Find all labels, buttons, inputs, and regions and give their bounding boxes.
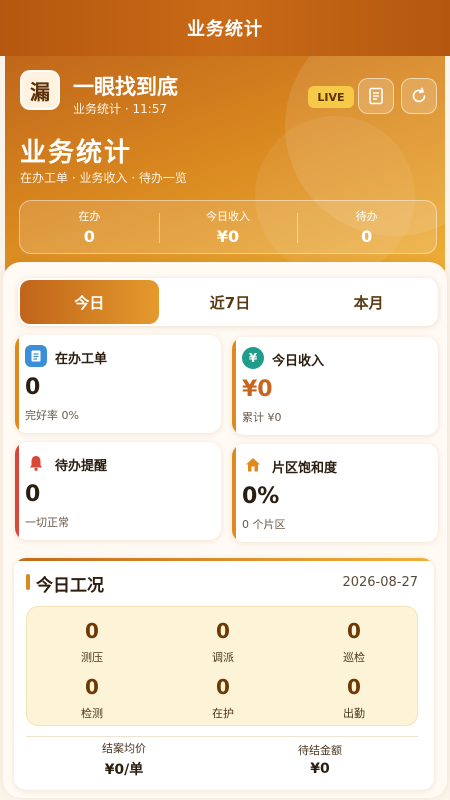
hero-subtitle: 在办工单 · 业务收入 · 待办一览	[20, 171, 187, 185]
card-accent	[232, 444, 236, 542]
work-stat-attendance[interactable]: 0 出勤	[289, 675, 419, 721]
period-tabs: 今日 近7日 本月	[18, 278, 438, 326]
stat-today-income: 今日收入 ¥0	[158, 201, 298, 253]
card-title: 今日收入	[272, 354, 325, 369]
work-footer: 结案均价 ¥0/单 待结金额 ¥0	[26, 736, 418, 782]
card-title: 在办工单	[55, 352, 108, 367]
work-stat-label: 出勤	[343, 707, 365, 720]
work-stat-dispatch[interactable]: 0 调派	[158, 619, 288, 665]
work-stat-testing[interactable]: 0 检测	[27, 675, 157, 721]
card-accent	[15, 442, 19, 540]
card-note: 完好率 0%	[25, 409, 79, 422]
footer-value: ¥0	[310, 761, 330, 777]
top-bar: 业务统计	[0, 0, 450, 56]
app-logo: 漏	[20, 70, 60, 110]
work-stat-label: 在护	[212, 707, 234, 720]
work-stat-value: 0	[85, 675, 99, 699]
card-pending-reminder[interactable]: 待办提醒 0 一切正常	[15, 442, 221, 540]
work-stat-maintaining[interactable]: 0 在护	[158, 675, 288, 721]
bell-icon	[25, 452, 47, 474]
card-district-saturation[interactable]: 片区饱和度 0% 0 个片区	[232, 444, 438, 542]
tab-7days[interactable]: 近7日	[161, 278, 300, 326]
hero-banner: 漏 一眼找到底 业务统计 · 11:57 LIVE 业务统计 在办工单 · 业务…	[5, 56, 445, 286]
stat-value: 0	[361, 227, 373, 246]
footer-label: 结案均价	[102, 742, 146, 755]
card-value: ¥0	[242, 377, 273, 402]
work-stat-pressure[interactable]: 0 测压	[27, 619, 157, 665]
content-panel: 今日 近7日 本月 在办工单 0 完好率 0% ¥ 今日收入 ¥0 累计 ¥0 …	[3, 262, 447, 798]
stat-label: 待办	[355, 210, 378, 223]
app-name: 一眼找到底	[73, 75, 178, 99]
tab-month[interactable]: 本月	[299, 278, 438, 326]
tab-today[interactable]: 今日	[20, 280, 159, 324]
avg-close-price: 结案均价 ¥0/单	[26, 737, 222, 782]
stat-pending: 待办 0	[297, 201, 436, 253]
logo-char: 漏	[30, 79, 50, 104]
stat-label: 在办	[78, 210, 101, 223]
work-stat-label: 测压	[81, 651, 103, 664]
page-title: 业务统计	[187, 19, 263, 40]
stat-value: ¥0	[216, 227, 240, 246]
work-stat-inspection[interactable]: 0 巡检	[289, 619, 419, 665]
today-work-card: 今日工况 2026-08-27 0 测压 0 调派 0 巡检 0 检测 0 在护	[14, 558, 434, 790]
refresh-button[interactable]	[401, 78, 437, 114]
card-value: 0%	[242, 484, 280, 509]
footer-value: ¥0/单	[104, 762, 144, 778]
card-value: 0	[25, 482, 41, 507]
refresh-icon	[412, 87, 426, 103]
stat-in-progress: 在办 0	[20, 201, 159, 253]
pending-amount: 待结金额 ¥0	[222, 737, 418, 782]
live-badge: LIVE	[308, 86, 354, 108]
report-button[interactable]	[358, 78, 394, 114]
app-subtitle: 业务统计 · 11:57	[73, 102, 168, 116]
yen-icon: ¥	[242, 347, 264, 369]
section-accent	[26, 574, 30, 590]
hero-title: 业务统计	[20, 138, 133, 168]
card-value: 0	[25, 375, 41, 400]
stat-value: 0	[83, 227, 95, 246]
footer-label: 待结金额	[298, 744, 342, 757]
card-topline	[14, 558, 434, 561]
work-stat-value: 0	[216, 675, 230, 699]
card-accent	[15, 335, 19, 433]
card-today-income[interactable]: ¥ 今日收入 ¥0 累计 ¥0	[232, 337, 438, 435]
work-stat-value: 0	[347, 619, 361, 643]
card-note: 0 个片区	[242, 518, 286, 531]
section-title: 今日工况	[36, 576, 104, 596]
card-accent	[232, 337, 236, 435]
stat-label: 今日收入	[206, 210, 250, 223]
hero-stats: 在办 0 今日收入 ¥0 待办 0	[19, 200, 437, 254]
document-icon	[369, 87, 383, 105]
work-stat-label: 检测	[81, 707, 103, 720]
document-icon	[25, 345, 47, 367]
card-title: 待办提醒	[55, 459, 108, 474]
home-icon	[242, 454, 264, 476]
work-stat-label: 调派	[212, 651, 234, 664]
card-note: 一切正常	[25, 516, 69, 529]
card-note: 累计 ¥0	[242, 411, 282, 424]
work-stat-value: 0	[216, 619, 230, 643]
section-date: 2026-08-27	[342, 575, 418, 590]
work-stats-grid: 0 测压 0 调派 0 巡检 0 检测 0 在护 0 出勤	[26, 606, 418, 726]
card-title: 片区饱和度	[272, 461, 338, 476]
work-stat-value: 0	[85, 619, 99, 643]
work-stat-value: 0	[347, 675, 361, 699]
work-stat-label: 巡检	[343, 651, 365, 664]
card-open-orders[interactable]: 在办工单 0 完好率 0%	[15, 335, 221, 433]
